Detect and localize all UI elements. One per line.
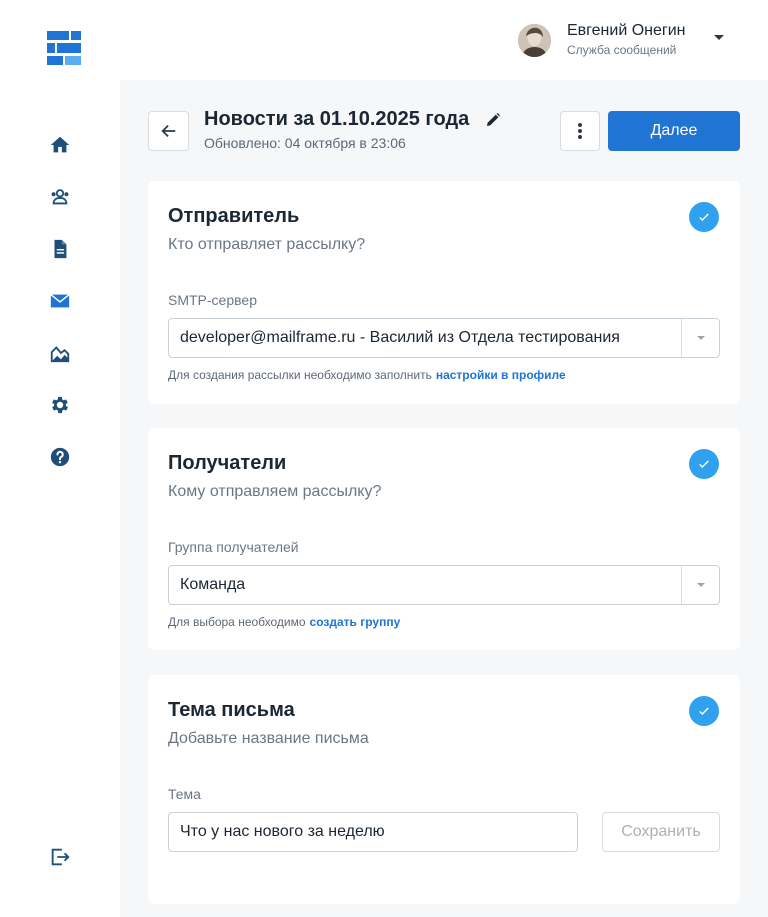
users-icon[interactable] (49, 186, 71, 208)
back-button[interactable] (148, 111, 189, 151)
sender-hint: Для создания рассылки необходимо заполни… (168, 368, 566, 382)
chart-icon[interactable] (49, 342, 71, 364)
updated-timestamp: Обновлено: 04 октября в 23:06 (204, 135, 406, 151)
chevron-down-icon (697, 336, 705, 340)
smtp-label: SMTP-сервер (168, 292, 257, 308)
select-divider (681, 566, 682, 604)
smtp-value: developer@mailframe.ru - Василий из Отде… (180, 329, 620, 346)
subject-card: Тема письма Добавьте название письма Тем… (148, 675, 740, 904)
pencil-icon[interactable] (486, 113, 500, 127)
logout-icon[interactable] (49, 846, 71, 868)
mail-icon[interactable] (49, 290, 71, 312)
sender-title: Отправитель (168, 205, 300, 227)
recipients-group-label: Группа получателей (168, 539, 299, 555)
sender-card: Отправитель Кто отправляет рассылку? SMT… (148, 181, 740, 404)
chevron-down-icon (697, 583, 705, 587)
check-icon (689, 449, 719, 479)
recipients-group-select[interactable]: Команда (168, 565, 720, 605)
app-logo[interactable] (47, 31, 81, 65)
profile-settings-link[interactable]: настройки в профиле (436, 368, 566, 382)
subject-subtitle: Добавьте название письма (168, 730, 369, 747)
select-divider (681, 319, 682, 357)
recipients-hint-text: Для выбора необходимо (168, 615, 306, 629)
more-vertical-icon (578, 123, 582, 139)
recipients-subtitle: Кому отправляем рассылку? (168, 483, 382, 500)
home-icon[interactable] (49, 134, 71, 156)
check-icon (689, 696, 719, 726)
recipients-group-value: Команда (180, 576, 246, 593)
more-options-button[interactable] (560, 111, 600, 151)
arrow-left-icon (160, 124, 175, 138)
recipients-hint: Для выбора необходимо создать группу (168, 615, 400, 629)
sender-hint-text: Для создания рассылки необходимо заполни… (168, 368, 432, 382)
smtp-select[interactable]: developer@mailframe.ru - Василий из Отде… (168, 318, 720, 358)
gear-icon[interactable] (49, 394, 71, 416)
help-icon[interactable] (49, 446, 71, 468)
save-button[interactable]: Сохранить (602, 812, 720, 852)
subject-input[interactable] (168, 812, 578, 852)
avatar (518, 24, 551, 57)
user-name: Евгений Онегин (567, 22, 686, 39)
page-title: Новости за 01.10.2025 года (204, 108, 470, 130)
subject-label: Тема (168, 786, 201, 802)
subject-title: Тема письма (168, 699, 295, 721)
sender-subtitle: Кто отправляет рассылку? (168, 236, 366, 253)
recipients-card: Получатели Кому отправляем рассылку? Гру… (148, 428, 740, 650)
next-button[interactable]: Далее (608, 111, 740, 151)
document-icon[interactable] (49, 238, 71, 260)
user-menu[interactable]: Евгений Онегин Служба сообщений (518, 22, 686, 59)
user-role: Служба сообщений (567, 43, 677, 57)
chevron-down-icon[interactable] (714, 35, 724, 40)
create-group-link[interactable]: создать группу (310, 615, 401, 629)
recipients-title: Получатели (168, 452, 287, 474)
check-icon (689, 202, 719, 232)
